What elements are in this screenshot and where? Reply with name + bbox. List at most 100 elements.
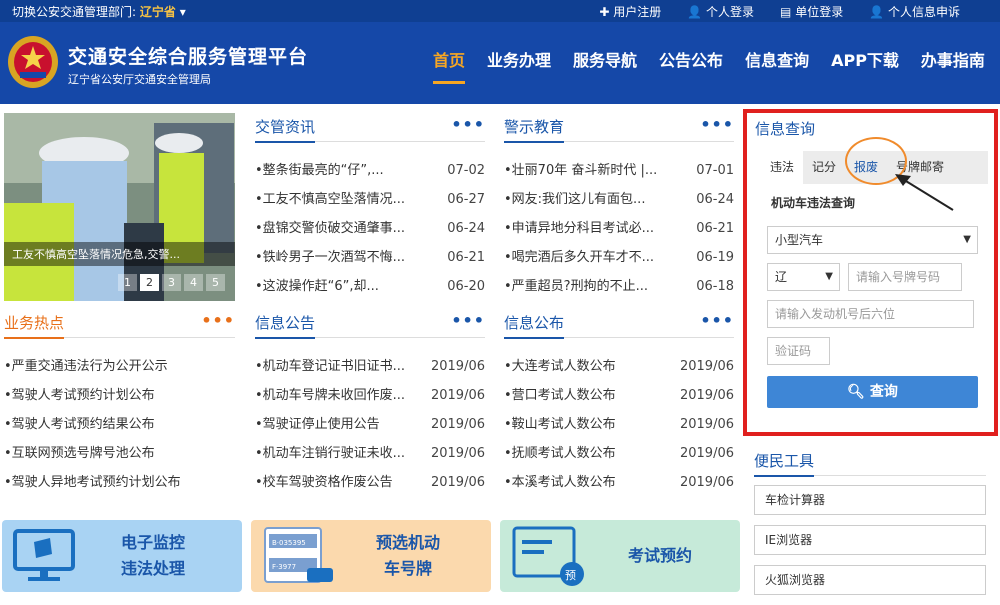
tool-firefox-browser[interactable]: 火狐浏览器 [754, 565, 986, 595]
plate-number-input[interactable]: 请输入号牌号码 [848, 263, 962, 291]
department-switcher[interactable]: 切换公安交通管理部门: 辽宁省 ▾ [12, 3, 186, 20]
vehicle-type-select[interactable]: 小型汽车 ▼ [767, 226, 978, 254]
list-item[interactable]: •这波操作赶“6”,却... 06-20 [255, 272, 485, 301]
register-link[interactable]: ✚ 用户注册 [599, 3, 661, 20]
list-item[interactable]: •壮丽70年 奋斗新时代 |... 07-01 [504, 156, 734, 185]
list-item[interactable]: •盘锦交警侦破交通肇事... 06-24 [255, 214, 485, 243]
section-title[interactable]: 信息公告 [255, 312, 316, 339]
main-nav: 首页 业务办理 服务导航 公告公布 信息查询 APP下载 办事指南 [433, 47, 985, 84]
more-button[interactable]: ••• [700, 311, 734, 330]
user-icon: 👤 [869, 5, 888, 19]
tab-violation[interactable]: 违法 [761, 151, 804, 184]
switch-label: 切换公安交通管理部门: [12, 5, 137, 19]
site-header: 交通安全综合服务管理平台 辽宁省公安厅交通安全管理局 首页 业务办理 服务导航 … [0, 22, 1000, 104]
notice-section: 信息公告 ••• •机动车登记证书旧证书... 2019/06 •机动车号牌未收回… [255, 309, 485, 497]
monitor-banner[interactable]: 电子监控 违法处理 [2, 520, 242, 592]
list-item[interactable]: •机动车号牌未收回作废... 2019/06 [255, 381, 485, 410]
slide-caption[interactable]: 工友不慎高空坠落情况危急,交警... [4, 242, 235, 266]
appeal-link[interactable]: 👤 个人信息申诉 [869, 3, 960, 20]
list-item[interactable]: •本溪考试人数公布 2019/06 [504, 468, 734, 497]
list-item[interactable]: •机动车注销行驶证未收... 2019/06 [255, 439, 485, 468]
list-item[interactable]: •机动车登记证书旧证书... 2019/06 [255, 352, 485, 381]
list-item[interactable]: •整条街最亮的“仔”,... 07-02 [255, 156, 485, 185]
more-button[interactable]: ••• [451, 115, 485, 134]
list-item[interactable]: •营口考试人数公布 2019/06 [504, 381, 734, 410]
caret-down-icon[interactable]: ▾ [180, 5, 186, 19]
slide-page-3[interactable]: 3 [162, 274, 181, 291]
section-title[interactable]: 警示教育 [504, 116, 565, 143]
arrow-annotation-icon [895, 174, 954, 211]
unit-login-link[interactable]: ▤ 单位登录 [780, 3, 843, 20]
more-button[interactable]: ••• [700, 115, 734, 134]
list-item[interactable]: •互联网预选号牌号池公布 [4, 439, 235, 468]
user-icon: 👤 [687, 5, 707, 19]
tab-points[interactable]: 记分 [803, 151, 845, 184]
search-icon: 🔍︎ [847, 384, 870, 400]
section-title[interactable]: 业务热点 [4, 312, 65, 339]
slide-page-4[interactable]: 4 [184, 274, 203, 291]
caret-down-icon: ▼ [963, 234, 971, 245]
section-title[interactable]: 交管资讯 [255, 116, 316, 143]
caret-down-icon: ▼ [825, 271, 833, 282]
plate-line1: 预选机动 [375, 533, 440, 552]
warning-section: 警示教育 ••• •壮丽70年 奋斗新时代 |... 07-01 •网友:我们这儿… [504, 113, 734, 301]
monitor-line1: 电子监控 [120, 533, 185, 552]
list-item[interactable]: •驾驶人异地考试预约计划公布 [4, 468, 235, 497]
plus-icon: ✚ [599, 5, 614, 19]
list-item[interactable]: •喝完酒后多久开车才不... 06-19 [504, 243, 734, 272]
monitor-line2: 违法处理 [120, 559, 185, 578]
list-item[interactable]: •严重交通违法行为公开公示 [4, 352, 235, 381]
province-select[interactable]: 辽 ▼ [767, 263, 840, 291]
slide-pager: 1 2 3 4 5 [118, 274, 225, 291]
police-emblem-icon [8, 36, 58, 88]
tool-inspection-calculator[interactable]: 车检计算器 [754, 485, 986, 515]
nav-home[interactable]: 首页 [433, 47, 466, 84]
section-title: 便民工具 [754, 450, 815, 477]
site-title: 交通安全综合服务管理平台 [68, 46, 309, 68]
nav-app-download[interactable]: APP下载 [831, 47, 899, 84]
top-bar: 切换公安交通管理部门: 辽宁省 ▾ ✚ 用户注册 👤 个人登录 ▤ 单位登录 👤… [0, 0, 1000, 22]
slide-page-5[interactable]: 5 [206, 274, 225, 291]
list-item[interactable]: •抚顺考试人数公布 2019/06 [504, 439, 734, 468]
more-button[interactable]: ••• [451, 311, 485, 330]
list-item[interactable]: •铁岭男子一次酒驾不悔... 06-21 [255, 243, 485, 272]
query-button[interactable]: 🔍︎ 查询 [767, 376, 978, 408]
nav-guide[interactable]: 办事指南 [921, 47, 985, 84]
personal-login-link[interactable]: 👤 个人登录 [687, 3, 754, 20]
list-item[interactable]: •鞍山考试人数公布 2019/06 [504, 410, 734, 439]
exam-badge-text: 预 [565, 569, 576, 582]
slide-page-2[interactable]: 2 [140, 274, 159, 291]
list-item[interactable]: •申请异地分科目考试必... 06-21 [504, 214, 734, 243]
list-item[interactable]: •网友:我们这儿有面包... 06-24 [504, 185, 734, 214]
news-photo [4, 113, 235, 301]
list-item[interactable]: •严重超员?刑拘的不止... 06-18 [504, 272, 734, 301]
exam-label: 考试预约 [627, 546, 692, 565]
nav-business[interactable]: 业务办理 [487, 47, 551, 84]
slide-page-1[interactable]: 1 [118, 274, 137, 291]
list-item[interactable]: •校车驾驶资格作废公告 2019/06 [255, 468, 485, 497]
province-selector[interactable]: 辽宁省 [140, 5, 176, 19]
nav-info-query[interactable]: 信息查询 [745, 47, 809, 84]
tool-ie-browser[interactable]: IE浏览器 [754, 525, 986, 555]
exam-banner[interactable]: 预 考试预约 [500, 520, 740, 592]
plate-text-1: B·035395 [272, 539, 306, 547]
document-icon: ▤ [780, 5, 796, 19]
nav-service-guide[interactable]: 服务导航 [573, 47, 637, 84]
list-item[interactable]: •驾驶人考试预约计划公布 [4, 381, 235, 410]
list-item[interactable]: •大连考试人数公布 2019/06 [504, 352, 734, 381]
news-slideshow[interactable]: 工友不慎高空坠落情况危急,交警... 1 2 3 4 5 [4, 113, 235, 301]
query-title: 信息查询 [755, 120, 816, 138]
news-section: 交管资讯 ••• •整条街最亮的“仔”,... 07-02 •工友不慎高空坠落情况… [255, 113, 485, 301]
monitor-icon [13, 529, 75, 581]
more-button[interactable]: ••• [201, 311, 235, 330]
list-item[interactable]: •驾驶证停止使用公告 2019/06 [255, 410, 485, 439]
license-plate-icon: B·035395 F·3977 [264, 527, 333, 583]
query-subtitle: 机动车违法查询 [771, 196, 856, 210]
list-item[interactable]: •工友不慎高空坠落情况... 06-27 [255, 185, 485, 214]
list-item[interactable]: •驾驶人考试预约结果公布 [4, 410, 235, 439]
plate-banner[interactable]: B·035395 F·3977 预选机动 车号牌 [251, 520, 491, 592]
nav-announcements[interactable]: 公告公布 [659, 47, 723, 84]
engine-number-input[interactable]: 请输入发动机号后六位 [767, 300, 974, 328]
captcha-input[interactable]: 验证码 [767, 337, 830, 365]
section-title[interactable]: 信息公布 [504, 312, 565, 339]
